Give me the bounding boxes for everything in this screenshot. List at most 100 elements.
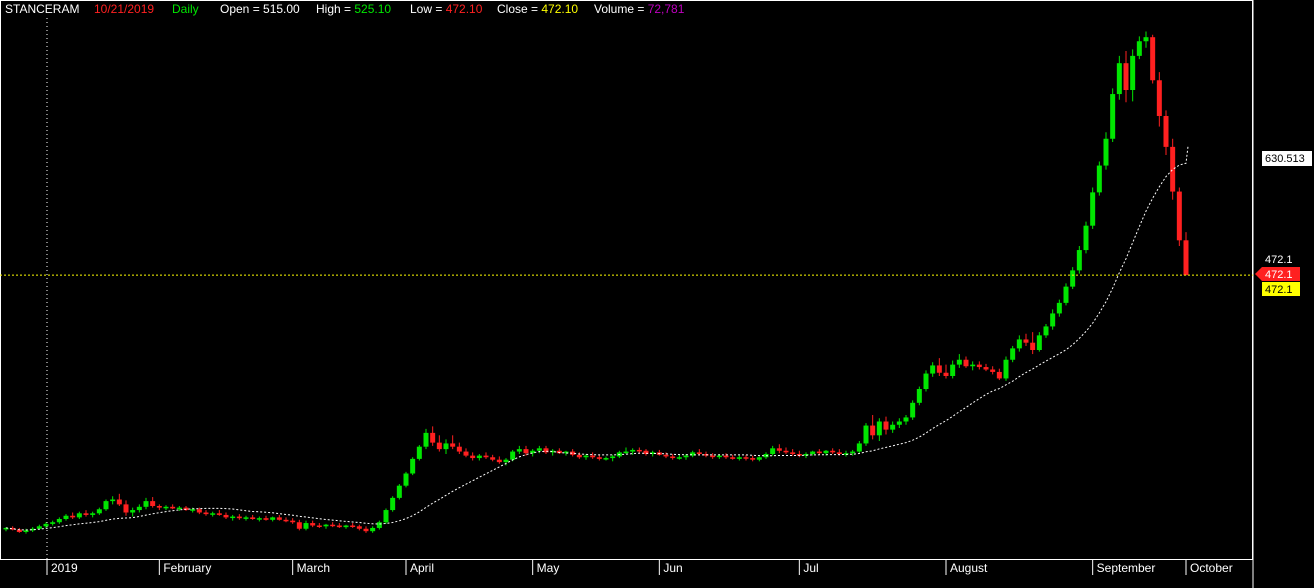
candle-up (190, 509, 196, 511)
candle-down (976, 364, 982, 368)
candle-down (490, 457, 496, 460)
month-label: September (1097, 561, 1156, 575)
plot-area-border (0, 0, 1253, 560)
candle-up (683, 455, 689, 458)
candle-down (483, 455, 489, 458)
candle-down (696, 452, 702, 454)
month-label: May (537, 561, 560, 575)
month-label: February (163, 561, 211, 575)
header-volume-label: Volume = (594, 2, 648, 16)
candle-up (1130, 55, 1136, 90)
candle-up (903, 417, 909, 422)
candle-down (1156, 80, 1162, 116)
x-axis: 2019 February March April May Jun Jul August Sep… (46, 560, 1233, 575)
candle-up (410, 458, 416, 474)
candle-down (636, 449, 642, 452)
candle-down (1176, 191, 1182, 241)
candle-down (743, 457, 749, 459)
candle-down (496, 459, 502, 463)
candlestick-chart[interactable]: STANCERAM 10/21/2019 Daily Open = 515.00… (0, 0, 1314, 588)
candle-down (223, 514, 229, 518)
header-low-value: 472.10 (446, 2, 483, 16)
candle-up (1143, 37, 1149, 42)
candle-up (396, 485, 402, 498)
candle-up (756, 457, 762, 460)
candle-up (476, 455, 482, 459)
candle-up (930, 365, 936, 374)
candle-up (956, 359, 962, 365)
candle-up (130, 510, 136, 513)
candle-up (210, 513, 216, 515)
candle-up (110, 499, 116, 502)
candle-up (503, 459, 509, 463)
candle-down (203, 512, 209, 515)
last-price-label: 472.1 (1265, 254, 1293, 266)
candle-down (1123, 63, 1129, 90)
candle-down (450, 443, 456, 447)
candle-down (596, 457, 602, 459)
candle-up (536, 448, 542, 451)
candle-up (863, 425, 869, 444)
month-label: 2019 (51, 561, 78, 575)
candle-down (83, 513, 89, 515)
candle-up (1016, 339, 1022, 349)
header-symbol: STANCERAM (5, 2, 79, 16)
candle-up (1110, 94, 1116, 139)
header-close-label: Close = (497, 2, 541, 16)
candle-down (350, 525, 356, 527)
candle-down (730, 457, 736, 459)
candle-down (816, 451, 822, 454)
candle-down (750, 458, 756, 460)
candle-down (936, 365, 942, 373)
header-volume: Volume = 72,781 (594, 2, 685, 16)
candle-down (943, 372, 949, 376)
candle-up (610, 456, 616, 459)
candle-up (516, 449, 522, 452)
candle-down (983, 367, 989, 370)
candle-down (463, 451, 469, 456)
header-low-label: Low = (410, 2, 446, 16)
candle-up (583, 455, 589, 458)
candle-down (710, 455, 716, 458)
candle-up (1103, 138, 1109, 166)
candle-up (1136, 41, 1142, 56)
candle-up (370, 527, 376, 532)
candle-up (810, 451, 816, 454)
candle-down (276, 517, 282, 520)
candle-down (156, 506, 162, 508)
candle-down (236, 516, 242, 519)
candle-down (996, 371, 1002, 379)
candle-down (196, 509, 202, 513)
candle-up (736, 457, 742, 459)
candle-up (176, 507, 182, 510)
candle-down (1163, 116, 1169, 147)
candle-down (1030, 342, 1036, 350)
candle-up (603, 458, 609, 460)
candle-down (436, 442, 442, 450)
candle-up (390, 497, 396, 511)
header-close: Close = 472.10 (497, 2, 578, 16)
candle-down (836, 452, 842, 454)
candle-down (430, 432, 436, 443)
candle-up (1063, 286, 1069, 303)
candle-down (363, 528, 369, 532)
candle-up (1083, 225, 1089, 251)
ma-value-label-box: 630.513 (1262, 151, 1312, 166)
candle-up (96, 509, 102, 514)
candle-up (850, 451, 856, 454)
header-high-value: 525.10 (354, 2, 391, 16)
candle-up (23, 530, 29, 532)
candle-up (163, 506, 169, 509)
candle-down (336, 525, 342, 528)
candle-up (530, 450, 536, 454)
close-marker-label: 472.1 (1265, 269, 1293, 281)
candle-down (523, 449, 529, 454)
candle-up (623, 451, 629, 454)
candle-up (383, 510, 389, 523)
candle-up (323, 524, 329, 527)
candle-down (70, 515, 76, 518)
candle-up (916, 389, 922, 403)
candle-up (1076, 250, 1082, 271)
candle-up (1090, 192, 1096, 226)
candle-up (876, 421, 882, 436)
